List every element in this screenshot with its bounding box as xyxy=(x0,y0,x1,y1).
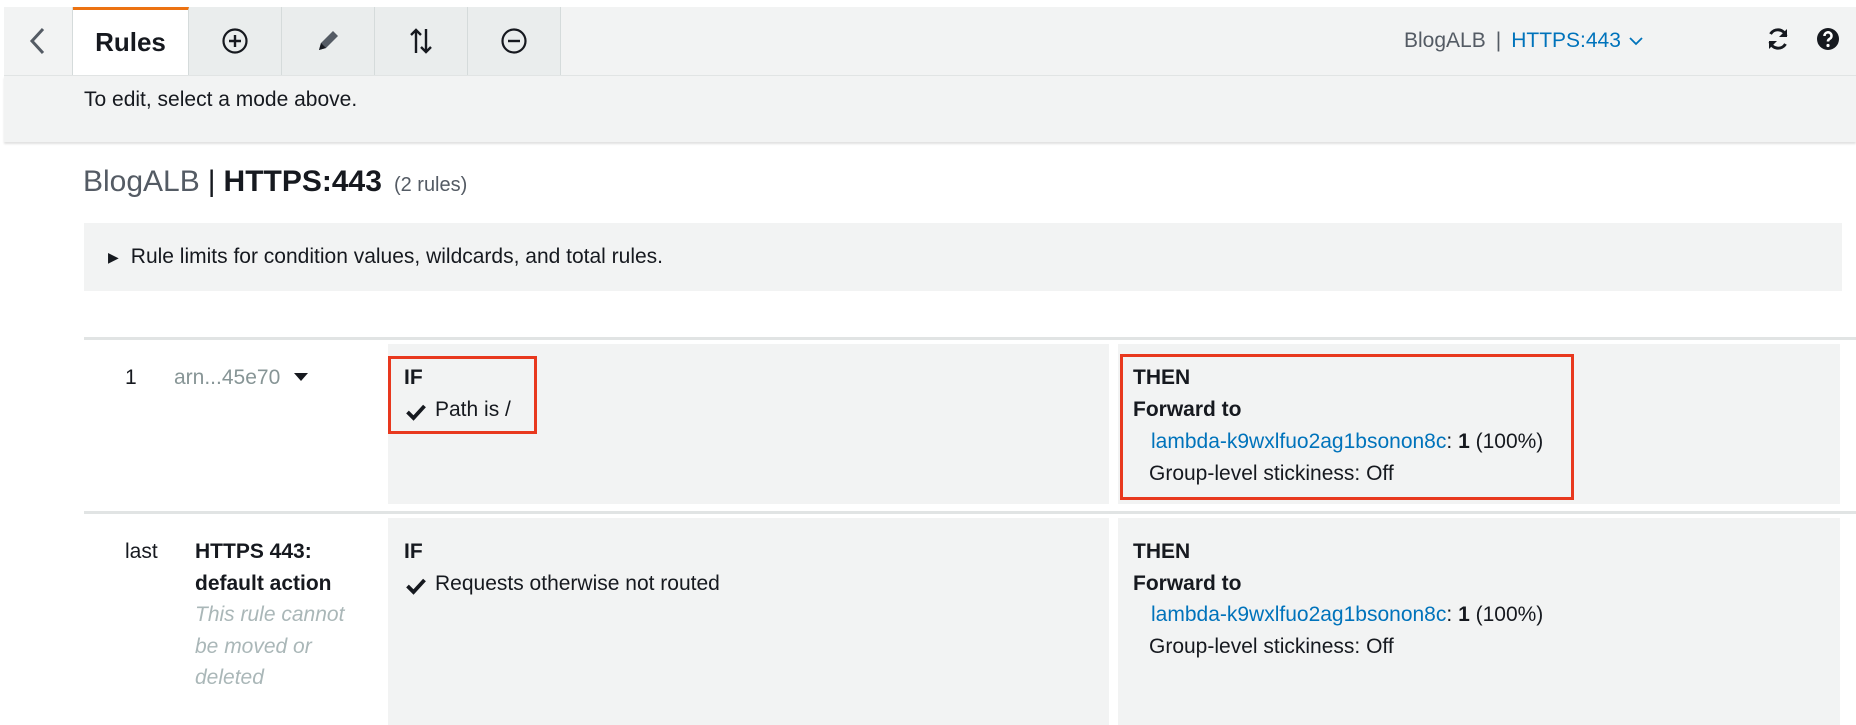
condition-highlight-box xyxy=(388,356,537,434)
rule-limits-label: Rule limits for condition values, wildca… xyxy=(130,245,664,268)
rule-arn: arn...45e70 xyxy=(174,366,281,389)
page-lb-name: BlogALB xyxy=(83,165,200,198)
caret-down-icon[interactable] xyxy=(293,372,309,382)
rule-priority: 1 xyxy=(125,366,137,389)
then-label: THEN xyxy=(1133,540,1191,563)
caret-right-icon: ▶ xyxy=(108,248,119,265)
tab-rules-label: Rules xyxy=(95,27,166,57)
page-title: BlogALB | HTTPS:443 (2 rules) xyxy=(83,165,467,199)
pencil-icon xyxy=(319,31,338,50)
rule-name-line-2: default action xyxy=(195,572,332,595)
page-listener: HTTPS:443 xyxy=(223,165,382,198)
stickiness-status: Group-level stickiness: Off xyxy=(1149,635,1394,658)
rules-toolbar: Rules BlogALB | HTTPS:443 xyxy=(4,7,1856,76)
rule-note-line-2: be moved or xyxy=(195,635,312,658)
minus-circle-icon xyxy=(501,28,527,54)
rule-divider xyxy=(84,511,1856,514)
rule-divider xyxy=(84,337,1856,340)
edit-rules-button[interactable] xyxy=(282,7,375,75)
rule-note-line-3: deleted xyxy=(195,666,264,689)
context-lb-name: BlogALB xyxy=(1404,29,1486,52)
rule-condition: Requests otherwise not routed xyxy=(435,572,720,595)
context-separator: | xyxy=(1495,29,1502,52)
reorder-arrows-icon xyxy=(410,28,432,54)
listener-context: BlogALB | HTTPS:443 xyxy=(1404,7,1643,75)
chevron-down-icon[interactable] xyxy=(1629,36,1643,46)
plus-circle-icon xyxy=(222,28,248,54)
rule-limits-expander[interactable]: ▶ Rule limits for condition values, wild… xyxy=(84,223,1842,291)
help-icon[interactable] xyxy=(1816,27,1840,51)
delete-rules-button[interactable] xyxy=(468,7,561,75)
target-weight: 1 xyxy=(1458,603,1470,626)
rule-conditions-cell xyxy=(388,518,1109,725)
checkmark-icon xyxy=(406,578,426,595)
target-separator: : xyxy=(1446,603,1453,626)
rule-name-line-1: HTTPS 443: xyxy=(195,540,312,563)
chevron-left-icon xyxy=(29,27,45,55)
rule-count: (2 rules) xyxy=(393,174,468,196)
listener-selector[interactable]: HTTPS:443 xyxy=(1511,29,1621,53)
if-label: IF xyxy=(404,540,423,563)
edit-hint-text: To edit, select a mode above. xyxy=(84,88,358,111)
refresh-icon[interactable] xyxy=(1766,27,1790,51)
edit-mode-banner: To edit, select a mode above. xyxy=(4,76,1856,142)
action-type: Forward to xyxy=(1133,572,1242,595)
back-button[interactable] xyxy=(4,7,73,75)
tab-rules[interactable]: Rules xyxy=(73,7,189,75)
add-rule-button[interactable] xyxy=(189,7,282,75)
target-line: lambda-k9wxlfuo2ag1bsonon8c: 1 (100%) xyxy=(1151,603,1543,627)
target-weight-percent: (100%) xyxy=(1475,603,1544,626)
rule-priority: last xyxy=(125,540,158,563)
target-group-link[interactable]: lambda-k9wxlfuo2ag1bsonon8c xyxy=(1151,603,1446,626)
action-highlight-box xyxy=(1120,354,1574,500)
reorder-rules-button[interactable] xyxy=(375,7,468,75)
rule-note-line-1: This rule cannot xyxy=(195,603,345,626)
page-title-separator: | xyxy=(207,165,216,198)
